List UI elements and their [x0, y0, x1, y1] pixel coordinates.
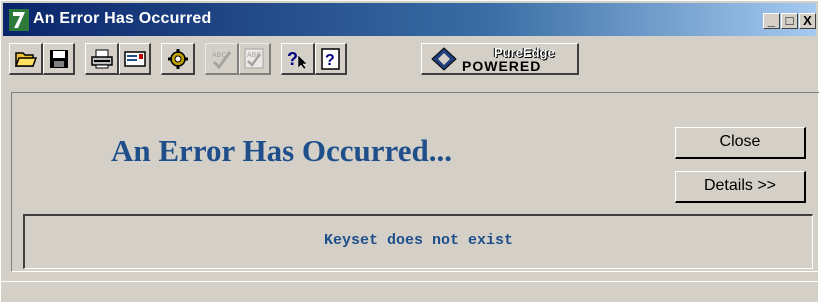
- help-button[interactable]: ?: [315, 43, 347, 75]
- print-button[interactable]: [85, 43, 119, 75]
- close-button[interactable]: Close: [675, 127, 806, 159]
- maximize-button[interactable]: □: [781, 13, 798, 29]
- details-button[interactable]: Details >>: [675, 171, 806, 203]
- spellcheck-all-icon: ABC: [244, 48, 264, 69]
- svg-text:?: ?: [287, 49, 298, 69]
- help-pointer-icon: ?: [287, 49, 308, 70]
- pureedge-logo-icon: [431, 47, 457, 71]
- print-icon: [91, 49, 113, 69]
- title-bar[interactable]: An Error Has Occurred _ □ X: [3, 3, 816, 36]
- error-message-box: Keyset does not exist: [23, 214, 813, 269]
- error-message: Keyset does not exist: [323, 232, 514, 249]
- help-pointer-button[interactable]: ?: [281, 43, 315, 75]
- spellcheck-button[interactable]: ABC: [205, 43, 239, 75]
- close-window-button[interactable]: X: [799, 13, 816, 29]
- settings-button[interactable]: [161, 43, 195, 75]
- toolbar: ABC ABC ? ? PureEdge POWERED: [9, 43, 809, 77]
- open-icon: [14, 52, 38, 67]
- minimize-button[interactable]: _: [763, 13, 780, 29]
- status-divider: [1, 281, 819, 282]
- app-logo-icon: [9, 9, 29, 31]
- brand-line2: POWERED: [462, 58, 542, 74]
- window-title: An Error Has Occurred: [33, 10, 212, 27]
- save-icon: [50, 50, 68, 68]
- help-icon: ?: [321, 48, 340, 70]
- settings-icon: [168, 49, 188, 69]
- spellcheck-icon: ABC: [212, 51, 232, 70]
- spellcheck-all-button[interactable]: ABC: [239, 43, 271, 75]
- email-icon: [124, 51, 146, 67]
- error-window: An Error Has Occurred _ □ X ABC ABC ? ? …: [0, 0, 819, 303]
- pureedge-brand-button[interactable]: PureEdge POWERED: [421, 43, 579, 75]
- open-button[interactable]: [9, 43, 43, 75]
- email-button[interactable]: [119, 43, 151, 75]
- svg-text:?: ?: [325, 52, 335, 69]
- error-heading: An Error Has Occurred...: [111, 133, 452, 168]
- save-button[interactable]: [43, 43, 75, 75]
